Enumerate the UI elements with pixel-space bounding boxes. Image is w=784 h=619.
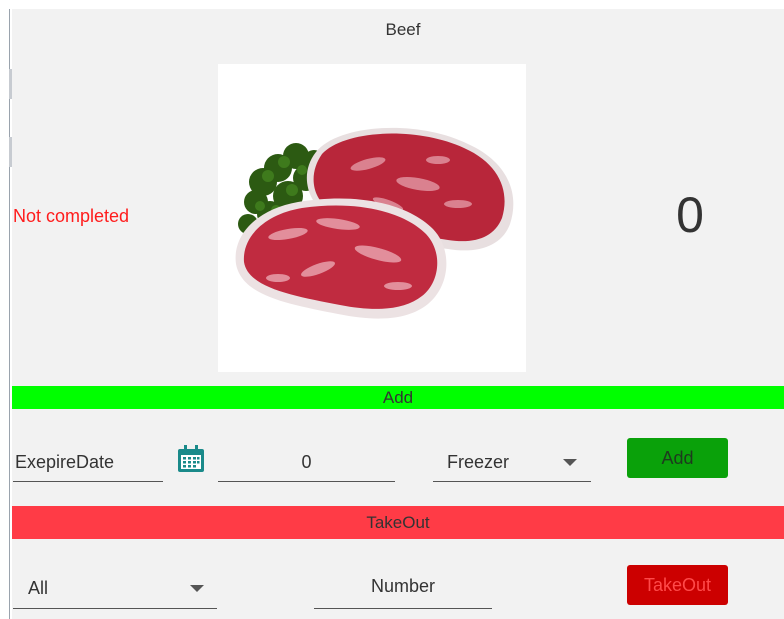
beef-steak-image bbox=[218, 64, 526, 372]
add-section-label: Add bbox=[382, 388, 414, 407]
chevron-down-icon bbox=[563, 459, 577, 466]
beef-steak-icon bbox=[235, 127, 514, 319]
window-top-edge bbox=[0, 0, 784, 9]
add-section-header: Add bbox=[12, 386, 784, 409]
quantity-value: 0 bbox=[301, 452, 312, 472]
takeout-section-header: TakeOut bbox=[12, 506, 784, 539]
completion-status: Not completed bbox=[13, 206, 130, 226]
chevron-down-icon bbox=[190, 585, 204, 592]
takeout-number-field[interactable]: Number bbox=[314, 570, 492, 609]
takeout-filter-select[interactable]: All bbox=[13, 570, 217, 609]
takeout-section-label: TakeOut bbox=[366, 513, 430, 532]
calendar-icon[interactable] bbox=[176, 444, 206, 474]
takeout-number-placeholder: Number bbox=[370, 576, 436, 596]
expire-date-field[interactable]: ExepireDate bbox=[13, 443, 163, 482]
window-left-divider bbox=[9, 9, 10, 619]
storage-location-select[interactable]: Freezer bbox=[433, 443, 591, 482]
expire-date-placeholder: ExepireDate bbox=[15, 452, 115, 472]
takeout-filter-value: All bbox=[28, 578, 49, 598]
storage-location-value: Freezer bbox=[447, 452, 510, 472]
item-count: 0 bbox=[676, 187, 704, 243]
item-title: Beef bbox=[385, 20, 421, 39]
calendar-icon-graphic bbox=[178, 445, 204, 472]
add-button[interactable]: Add bbox=[627, 438, 728, 478]
window-left-edge bbox=[0, 9, 12, 619]
quantity-field[interactable]: 0 bbox=[218, 443, 395, 482]
takeout-button[interactable]: TakeOut bbox=[627, 565, 728, 605]
